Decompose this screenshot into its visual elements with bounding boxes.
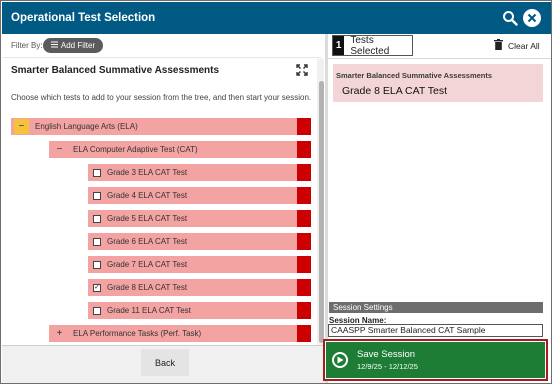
collapse-toggle[interactable]: − xyxy=(14,119,29,134)
window-title: Operational Test Selection xyxy=(11,12,156,24)
tree-item-status-marker xyxy=(297,187,311,204)
tree-item-label: Grade 7 ELA CAT Test xyxy=(107,260,188,269)
tests-selected-counter: 1 Tests Selected xyxy=(332,34,413,57)
tree-test-item[interactable]: Grade 4 ELA CAT Test xyxy=(88,187,311,204)
tree-item-status-marker xyxy=(297,325,311,342)
play-icon xyxy=(332,352,348,368)
test-checkbox[interactable] xyxy=(93,260,101,269)
selected-test-name: Grade 8 ELA CAT Test xyxy=(342,85,448,97)
tree-item-label: Grade 4 ELA CAT Test xyxy=(107,191,188,200)
search-icon[interactable] xyxy=(502,10,518,26)
clear-all-label: Clear All xyxy=(508,40,540,51)
back-button[interactable]: Back xyxy=(141,349,189,376)
tree-item-status-marker xyxy=(297,164,311,181)
tree-item-label: ELA Performance Tasks (Perf. Task) xyxy=(73,329,202,338)
tree-test-item[interactable]: Grade 5 ELA CAT Test xyxy=(88,210,311,227)
tree-group-item[interactable]: − English Language Arts (ELA) xyxy=(11,118,311,135)
test-checkbox[interactable] xyxy=(93,214,101,223)
expand-icon[interactable] xyxy=(296,64,308,76)
test-checkbox[interactable]: ✓ xyxy=(93,283,101,292)
test-checkbox[interactable] xyxy=(93,306,101,315)
instructions-text: Choose which tests to add to your sessio… xyxy=(11,93,312,102)
filter-label: Filter By: xyxy=(11,41,43,50)
test-tree-panel: Smarter Balanced Summative Assessments C… xyxy=(2,59,325,345)
tree-test-item[interactable]: Grade 3 ELA CAT Test xyxy=(88,164,311,181)
add-filter-label: Add Filter xyxy=(60,41,96,50)
tree-item-label: Grade 5 ELA CAT Test xyxy=(107,214,188,223)
tree-test-item[interactable]: Grade 7 ELA CAT Test xyxy=(88,256,311,273)
tree-item-label: Grade 11 ELA CAT Test xyxy=(107,306,191,315)
tree-item-label: English Language Arts (ELA) xyxy=(35,122,138,131)
tree-item-status-marker xyxy=(297,256,311,273)
session-dates: 12/9/25 - 12/12/25 xyxy=(357,362,418,371)
tree-item-label: Grade 6 ELA CAT Test xyxy=(107,237,188,246)
filter-icon xyxy=(50,41,58,50)
tests-selected-label: Tests Selected xyxy=(350,34,390,57)
tree-item-status-marker xyxy=(297,118,311,135)
test-checkbox[interactable] xyxy=(93,237,101,246)
selected-test-category: Smarter Balanced Summative Assessments xyxy=(336,71,493,80)
tree-scrollbar-thumb[interactable] xyxy=(319,81,324,343)
tree-item-label: Grade 8 ELA CAT Test xyxy=(107,283,188,292)
selected-tests-panel: 1 Tests Selected Clear All Smarter Balan… xyxy=(323,34,551,383)
trash-icon xyxy=(494,39,503,52)
title-bar: Operational Test Selection xyxy=(2,2,551,34)
tree-item-status-marker xyxy=(297,279,311,296)
session-name-input[interactable]: CAASPP Smarter Balanced CAT Sample xyxy=(328,324,543,337)
tree-test-item[interactable]: Grade 11 ELA CAT Test xyxy=(88,302,311,319)
selected-test-card[interactable]: Smarter Balanced Summative Assessments G… xyxy=(333,64,543,102)
save-session-highlight: Save Session 12/9/25 - 12/12/25 xyxy=(323,339,548,381)
tree-group-item[interactable]: + ELA Performance Tasks (Perf. Task) xyxy=(49,325,311,342)
tree-group-item[interactable]: − ELA Computer Adaptive Test (CAT) xyxy=(49,141,311,158)
test-checkbox[interactable] xyxy=(93,191,101,200)
collapse-toggle[interactable]: − xyxy=(52,142,67,157)
save-session-label: Save Session xyxy=(357,349,416,360)
expand-toggle[interactable]: + xyxy=(52,326,67,341)
selected-count: 1 xyxy=(333,36,345,55)
tree-test-item[interactable]: Grade 6 ELA CAT Test xyxy=(88,233,311,250)
session-settings-header: Session Settings xyxy=(329,302,543,313)
add-filter-button[interactable]: Add Filter xyxy=(43,38,103,53)
tree-item-label: Grade 3 ELA CAT Test xyxy=(107,168,188,177)
app-window: Operational Test Selection Filter By: Ad… xyxy=(0,0,552,384)
save-session-button[interactable]: Save Session 12/9/25 - 12/12/25 xyxy=(326,342,545,378)
panel-heading: Smarter Balanced Summative Assessments xyxy=(11,65,220,76)
filter-bar: Filter By: Add Filter xyxy=(2,34,322,58)
tree-item-label: ELA Computer Adaptive Test (CAT) xyxy=(73,145,198,154)
test-checkbox[interactable] xyxy=(93,168,101,177)
tree-item-status-marker xyxy=(297,302,311,319)
left-footer: Back xyxy=(2,345,325,383)
tree-item-status-marker xyxy=(297,210,311,227)
tree-test-item[interactable]: ✓ Grade 8 ELA CAT Test xyxy=(88,279,311,296)
right-divider-line xyxy=(328,58,551,59)
tree-item-status-marker xyxy=(297,233,311,250)
tree-item-status-marker xyxy=(297,141,311,158)
close-icon[interactable] xyxy=(523,9,541,27)
clear-all-button[interactable]: Clear All xyxy=(494,39,540,52)
